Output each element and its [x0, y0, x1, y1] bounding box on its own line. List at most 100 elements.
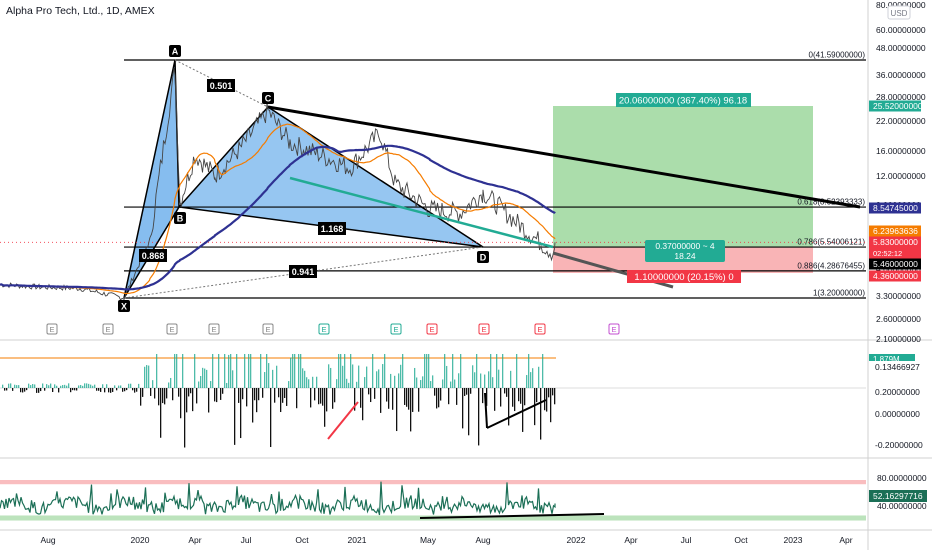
- ind1-bar: [428, 354, 430, 388]
- ind1-bar: [366, 366, 368, 388]
- earnings-marker-4[interactable]: E: [265, 325, 270, 334]
- earnings-marker-10[interactable]: E: [611, 325, 616, 334]
- ind1-bar: [348, 382, 350, 388]
- ind1-bar: [300, 354, 302, 388]
- fib-label-0: 0(41.59000000): [809, 51, 866, 60]
- ind1-bar: [422, 376, 424, 388]
- ind1-bar: [312, 376, 314, 388]
- ind1-bar: [42, 383, 44, 388]
- ind1-bar: [58, 388, 60, 393]
- ind1-bar: [368, 388, 370, 395]
- ind1-bar: [136, 388, 138, 392]
- ind1-bar: [82, 385, 84, 388]
- ind1-bar: [88, 383, 90, 388]
- ind1-bar: [476, 354, 478, 388]
- ind1-bar: [238, 388, 240, 403]
- ind1-bar: [26, 388, 28, 391]
- fib-label-2: 0.786(5.54006121): [797, 238, 865, 247]
- ind1-bar: [230, 354, 232, 388]
- ind1-bar: [120, 385, 122, 388]
- ind1-bar: [102, 384, 104, 388]
- ind1-bar: [418, 388, 420, 412]
- price-badge: 6.23963636: [873, 226, 918, 236]
- ind1-bar: [442, 379, 444, 388]
- point-D: D: [480, 253, 487, 263]
- ind1-bar: [244, 354, 246, 388]
- ind1-bar: [28, 383, 30, 388]
- earnings-marker-5[interactable]: E: [321, 325, 326, 334]
- ind1-bar: [306, 377, 308, 388]
- ind1-bar: [326, 388, 328, 412]
- ind1-bar: [396, 388, 398, 432]
- point-C: C: [265, 94, 272, 104]
- ind1-bar: [356, 381, 358, 388]
- ind1-bar: [248, 354, 250, 388]
- ind1-bar: [480, 373, 482, 388]
- ind1-bar: [84, 383, 86, 388]
- ind1-bar: [320, 388, 322, 404]
- ind1-bar: [54, 384, 56, 388]
- ind1-bar: [278, 388, 280, 398]
- ind1-bar: [156, 354, 158, 388]
- earnings-marker-9[interactable]: E: [537, 325, 542, 334]
- ind1-bar: [506, 388, 508, 397]
- ind1-bar: [86, 383, 88, 388]
- y-tick-label: 2.10000000: [876, 334, 921, 344]
- ind1-bar: [446, 365, 448, 388]
- ind1-bar: [200, 376, 202, 388]
- ind1-bar: [432, 375, 434, 388]
- chart-canvas[interactable]: 0(41.59000000)0.618(8.52393333)0.786(5.5…: [0, 0, 932, 550]
- ind1-bar: [492, 377, 494, 388]
- ind1-bar: [444, 354, 446, 388]
- ind1-bar: [96, 388, 98, 391]
- ind1-bar: [360, 388, 362, 408]
- ind1-bar: [554, 388, 556, 405]
- ind1-bar: [528, 354, 530, 388]
- ind1-value-badge: 0.13466927: [875, 362, 920, 372]
- earnings-marker-1[interactable]: E: [105, 325, 110, 334]
- ind1-bar: [224, 354, 226, 388]
- ind1-bar: [536, 388, 538, 403]
- ind1-bar: [112, 388, 114, 392]
- ind1-bar: [176, 354, 178, 388]
- ind1-bar: [234, 388, 236, 445]
- price-badge: 25.52000000: [873, 101, 923, 111]
- ind1-bar: [118, 385, 120, 388]
- ind1-bar: [420, 380, 422, 388]
- ind1-bar: [482, 388, 484, 404]
- ind1-bar: [160, 388, 162, 438]
- ind1-bar: [552, 388, 554, 396]
- earnings-marker-2[interactable]: E: [169, 325, 174, 334]
- ratio-label-bd: 1.168: [321, 224, 344, 234]
- ind1-bar: [472, 365, 474, 388]
- ind1-bar: [474, 372, 476, 388]
- ind1-bar: [350, 354, 352, 388]
- ind1-bar: [4, 388, 6, 391]
- x-tick-label: 2020: [131, 535, 150, 545]
- ind1-bar: [276, 365, 278, 388]
- earnings-marker-8[interactable]: E: [481, 325, 486, 334]
- ind1-bar: [124, 388, 126, 392]
- ind1-bar: [274, 388, 276, 403]
- point-X: X: [121, 302, 127, 312]
- earnings-marker-0[interactable]: E: [49, 325, 54, 334]
- ind1-bar: [264, 372, 266, 388]
- fib-label-3: 0.886(4.28676455): [797, 261, 865, 270]
- ind1-bar: [46, 384, 48, 388]
- ind1-bar: [450, 381, 452, 388]
- ind1-bar: [208, 388, 210, 413]
- ind1-bar: [282, 388, 284, 403]
- ind1-bar: [494, 388, 496, 411]
- ind1-bar: [412, 388, 414, 412]
- ind1-bar: [198, 381, 200, 388]
- earnings-marker-7[interactable]: E: [429, 325, 434, 334]
- ind1-bar: [246, 388, 248, 407]
- ind1-bar: [168, 382, 170, 388]
- ind1-bar: [314, 388, 316, 401]
- ind1-bar: [414, 367, 416, 388]
- x-tick-label: Jul: [681, 535, 692, 545]
- earnings-marker-6[interactable]: E: [393, 325, 398, 334]
- ind1-bar: [382, 364, 384, 388]
- earnings-marker-3[interactable]: E: [211, 325, 216, 334]
- ind1-bar: [426, 354, 428, 388]
